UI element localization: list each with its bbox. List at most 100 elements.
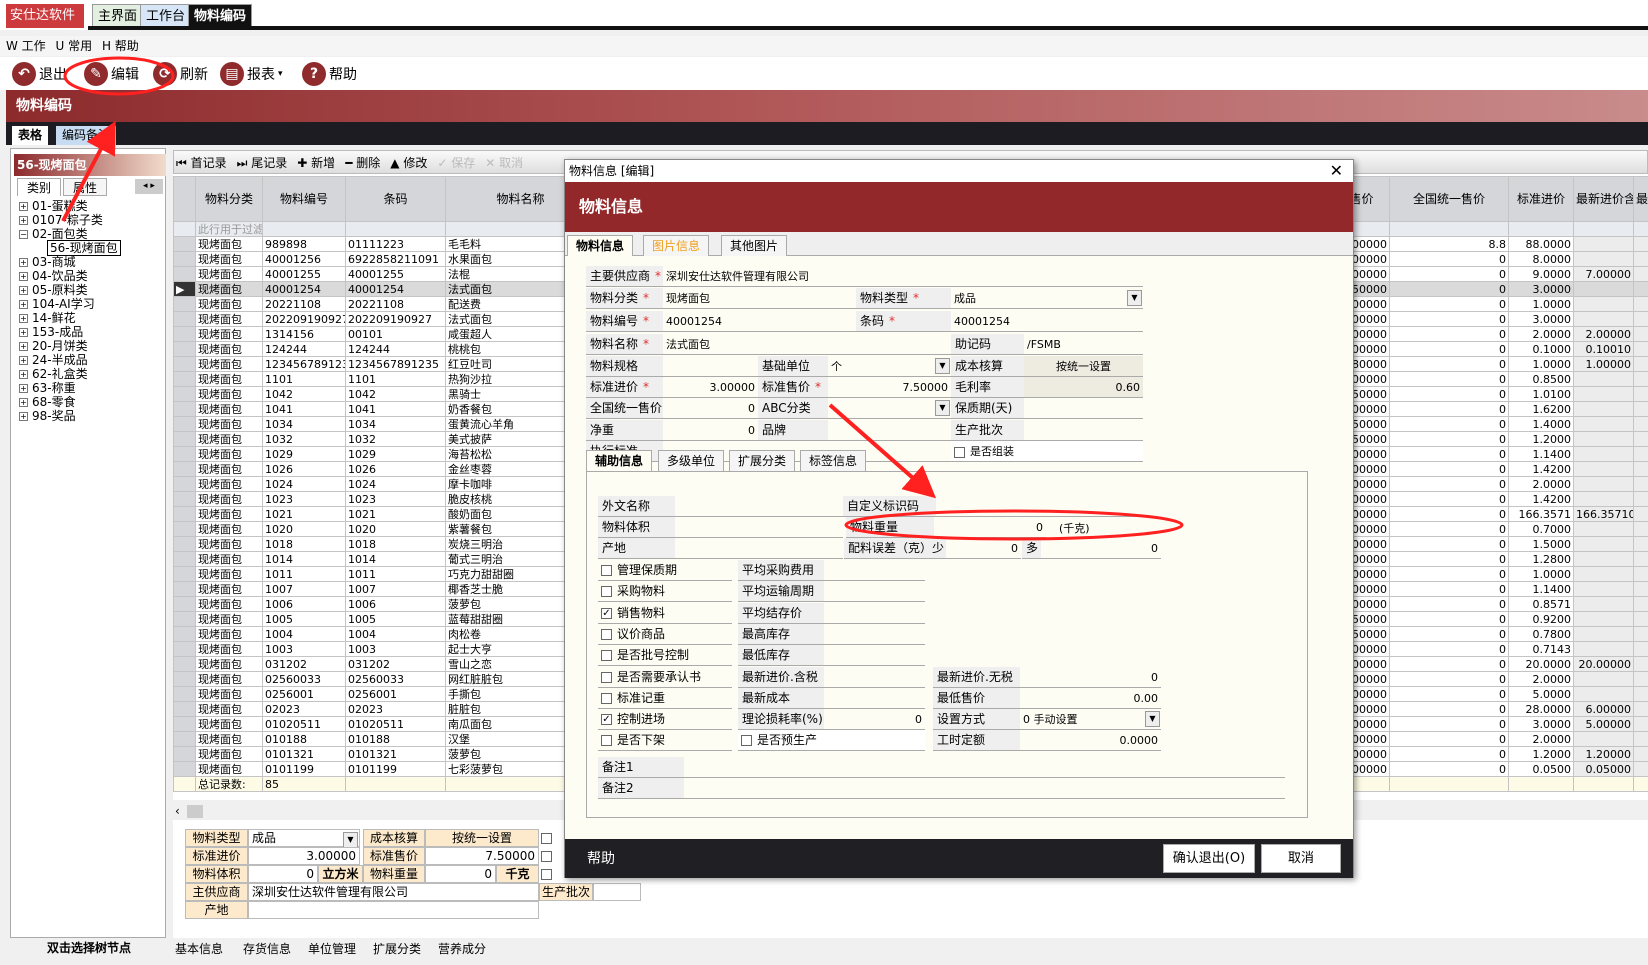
- tab-table[interactable]: 表格: [12, 126, 49, 145]
- checkbox-0[interactable]: 管理保质期: [598, 560, 732, 581]
- origin-field[interactable]: [248, 901, 539, 919]
- supplier-field[interactable]: 深圳安仕达软件管理有限公司: [663, 266, 1143, 287]
- row-header[interactable]: [173, 671, 196, 687]
- expand-icon[interactable]: +: [19, 216, 28, 225]
- type-select[interactable]: 成品 ▼: [248, 829, 360, 848]
- col2-field[interactable]: [824, 581, 925, 603]
- report-button[interactable]: ▤ 报表 ▾: [220, 61, 283, 87]
- tab-material-info[interactable]: 物料信息: [567, 235, 634, 256]
- filter-cell[interactable]: [1389, 221, 1509, 237]
- tree-item[interactable]: +63-称重: [19, 381, 76, 395]
- menu-help[interactable]: H 帮助: [102, 39, 139, 53]
- brand-menu-button[interactable]: 安仕达软件 ▾: [6, 4, 84, 47]
- row-header[interactable]: [173, 296, 196, 312]
- tab-basic-info[interactable]: 基本信息: [175, 940, 223, 958]
- row-header[interactable]: [173, 686, 196, 702]
- filter-cell[interactable]: [1633, 221, 1648, 237]
- row-header[interactable]: [173, 341, 196, 357]
- tab-stock-info[interactable]: 存货信息: [243, 940, 291, 958]
- tree-item[interactable]: +104-AI学习: [19, 297, 95, 311]
- row-header[interactable]: [173, 656, 196, 672]
- tab-unit-manage[interactable]: 单位管理: [308, 940, 356, 958]
- delete-button[interactable]: ━ 删除: [345, 154, 380, 171]
- modify-button[interactable]: ▲ 修改: [390, 154, 427, 171]
- column-header[interactable]: 条码: [345, 176, 446, 222]
- tab-material-code[interactable]: 物料编码: [188, 4, 253, 28]
- checkbox-4[interactable]: 是否批号控制: [598, 645, 732, 667]
- abc-select[interactable]: ▼: [828, 398, 951, 419]
- code-field[interactable]: 40001254: [663, 311, 856, 332]
- col2-field[interactable]: [824, 688, 925, 709]
- col2-field[interactable]: [824, 645, 925, 667]
- tree-item[interactable]: +14-鲜花: [19, 311, 76, 325]
- help-link[interactable]: 帮助: [587, 848, 615, 868]
- row-header[interactable]: [173, 386, 196, 402]
- row-header[interactable]: [173, 581, 196, 597]
- row-header[interactable]: [173, 311, 196, 327]
- tab-attribute[interactable]: 属性: [63, 178, 107, 196]
- batch-field[interactable]: [1024, 420, 1143, 441]
- custom-id-field[interactable]: [936, 496, 1158, 517]
- tree-item[interactable]: +153-成品: [19, 325, 83, 339]
- row-header[interactable]: [173, 551, 196, 567]
- tab-main[interactable]: 主界面: [92, 4, 144, 28]
- std-out-field[interactable]: 7.50000: [828, 377, 951, 398]
- checkbox-8[interactable]: 是否下架: [598, 730, 732, 752]
- national-price-field[interactable]: 0: [663, 398, 758, 419]
- expand-icon[interactable]: +: [19, 370, 28, 379]
- chevron-down-icon[interactable]: ▼: [1127, 290, 1142, 306]
- col3-field[interactable]: 0.0000: [1020, 730, 1161, 752]
- tree-item[interactable]: +62-礼盒类: [19, 367, 88, 381]
- checkbox[interactable]: [541, 831, 557, 845]
- origin-field[interactable]: [675, 538, 843, 559]
- tab-picture-info[interactable]: 图片信息: [643, 235, 710, 256]
- expand-icon[interactable]: +: [19, 300, 28, 309]
- category-field[interactable]: 现烤面包: [663, 288, 856, 309]
- supplier-field[interactable]: 深圳安仕达软件管理有限公司: [248, 883, 539, 901]
- mnemonic-field[interactable]: /FSMB: [1024, 334, 1143, 355]
- col2-field[interactable]: [824, 667, 925, 688]
- assemble-checkbox[interactable]: 是否组装: [951, 441, 1143, 462]
- row-header[interactable]: [173, 611, 196, 627]
- volume-field[interactable]: [675, 517, 843, 538]
- filter-cell[interactable]: [1573, 221, 1634, 237]
- save-button[interactable]: ✓ 保存: [437, 154, 475, 171]
- column-header[interactable]: 物料分类: [195, 176, 263, 222]
- row-header[interactable]: [173, 371, 196, 387]
- help-button[interactable]: ? 帮助: [302, 61, 357, 87]
- close-icon[interactable]: ✕: [1330, 160, 1343, 182]
- filter-cell[interactable]: 此行用于过滤: [195, 221, 263, 237]
- cancel-button[interactable]: ✕ 取消: [485, 154, 523, 171]
- col2-field[interactable]: 0: [824, 709, 925, 731]
- last-record-button[interactable]: ⏭ 尾记录: [237, 154, 288, 171]
- barcode-field[interactable]: 40001254: [951, 311, 1143, 332]
- filter-cell[interactable]: [1508, 221, 1574, 237]
- row-header[interactable]: [173, 731, 196, 747]
- tree-item[interactable]: +68-零食: [19, 395, 76, 409]
- tab-multi-unit[interactable]: 多级单位: [658, 450, 725, 471]
- col3-field[interactable]: 0: [1020, 667, 1161, 688]
- tab-other-pictures[interactable]: 其他图片: [721, 235, 788, 256]
- std-in-field[interactable]: 3.00000: [663, 377, 758, 398]
- row-header[interactable]: [173, 491, 196, 507]
- row-header[interactable]: [173, 596, 196, 612]
- checkbox-3[interactable]: 议价商品: [598, 624, 732, 645]
- expand-icon[interactable]: +: [19, 342, 28, 351]
- batch-field[interactable]: [593, 883, 641, 901]
- tab-aux-info[interactable]: 辅助信息: [586, 450, 653, 471]
- confirm-exit-button[interactable]: 确认退出(O): [1163, 844, 1255, 873]
- add-button[interactable]: ✚ 新增: [297, 154, 335, 171]
- col3-field[interactable]: 0.00: [1020, 688, 1161, 709]
- row-header[interactable]: ▶: [173, 281, 196, 297]
- row-header[interactable]: [173, 356, 196, 372]
- expand-icon[interactable]: +: [19, 398, 28, 407]
- row-header[interactable]: [173, 266, 196, 282]
- filter-cell[interactable]: [345, 221, 446, 237]
- tree-item[interactable]: +03-商城: [19, 255, 76, 269]
- tree-item[interactable]: +20-月饼类: [19, 339, 88, 353]
- shelf-life-field[interactable]: [1024, 398, 1143, 419]
- preproduce-checkbox[interactable]: 是否预生产: [738, 730, 925, 752]
- tree-item[interactable]: +01-蛋糕类: [19, 199, 88, 213]
- refresh-button[interactable]: ⟳ 刷新: [153, 61, 208, 87]
- tab-ext-class[interactable]: 扩展分类: [729, 450, 796, 471]
